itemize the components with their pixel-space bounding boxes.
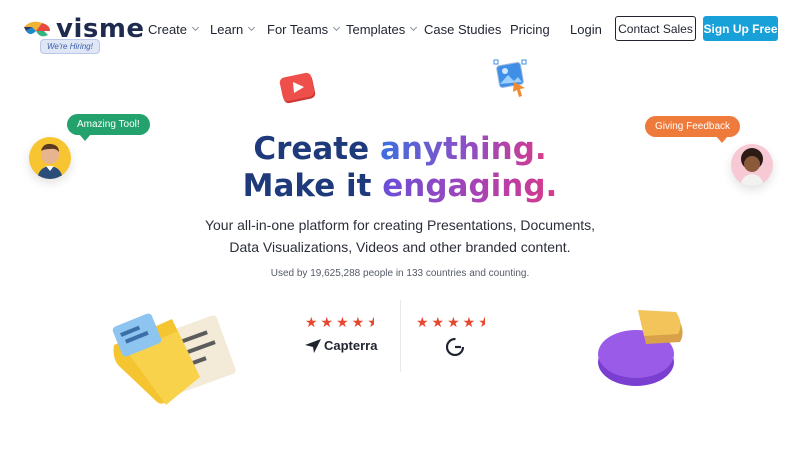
hero-title-highlight: engaging. <box>382 168 558 204</box>
folder-documents-icon <box>112 313 236 405</box>
nav-templates-label: Templates <box>346 21 406 37</box>
video-play-icon <box>279 72 316 104</box>
hero-subtitle-line1: Your all-in-one platform for creating Pr… <box>204 217 596 233</box>
nav-for-teams[interactable]: For Teams <box>267 21 341 37</box>
nav-for-teams-label: For Teams <box>267 21 329 37</box>
hero-subtitle-line2: Data Visualizations, Videos and other br… <box>229 239 571 255</box>
nav-learn-label: Learn <box>210 21 244 37</box>
nav-learn[interactable]: Learn <box>210 21 256 37</box>
visme-logo[interactable]: visme We're Hiring! <box>22 14 144 54</box>
hero-title-highlight: anything. <box>379 131 547 167</box>
nav-case-studies-label: Case Studies <box>424 21 502 37</box>
chevron-down-icon <box>191 23 200 32</box>
site-header: visme We're Hiring! Create Learn For Tea… <box>0 0 800 58</box>
capterra-label: Capterra <box>324 338 378 353</box>
nav-login[interactable]: Login <box>570 22 602 37</box>
g2-logo-icon <box>446 338 464 356</box>
nav-case-studies[interactable]: Case Studies <box>424 22 501 37</box>
nav-login-label: Login <box>570 21 602 37</box>
hero-title-line2: Make it engaging. <box>0 168 800 205</box>
capterra-logo-icon <box>305 338 321 353</box>
usage-stats: Used by 19,625,288 people in 133 countri… <box>270 268 530 279</box>
star-rating: ★★★★★ <box>416 314 485 330</box>
chevron-down-icon <box>248 23 256 32</box>
g2-rating[interactable]: ★★★★★ <box>416 314 485 356</box>
hiring-badge[interactable]: We're Hiring! <box>40 39 100 54</box>
nav-pricing[interactable]: Pricing <box>510 22 550 37</box>
hero-title-part: Make it <box>242 168 383 204</box>
nav-create-label: Create <box>148 21 188 37</box>
chevron-down-icon <box>410 23 418 32</box>
star-rating: ★★★★★ <box>305 314 374 330</box>
nav-pricing-label: Pricing <box>510 21 550 37</box>
hero-title-line1: Create anything. <box>0 131 800 168</box>
nav-templates[interactable]: Templates <box>346 21 418 37</box>
sign-up-free-button[interactable]: Sign Up Free <box>703 16 778 41</box>
chevron-down-icon <box>333 23 341 32</box>
capterra-rating[interactable]: ★★★★★ Capterra <box>305 314 377 353</box>
capterra-brand: Capterra <box>305 338 377 353</box>
contact-sales-button[interactable]: Contact Sales <box>615 16 696 41</box>
nav-create[interactable]: Create <box>148 21 200 37</box>
hero-title-part: Create <box>253 131 380 167</box>
image-edit-icon <box>493 59 527 97</box>
g2-brand <box>446 338 485 356</box>
pie-chart-icon <box>598 310 683 386</box>
ratings-divider <box>400 300 401 372</box>
